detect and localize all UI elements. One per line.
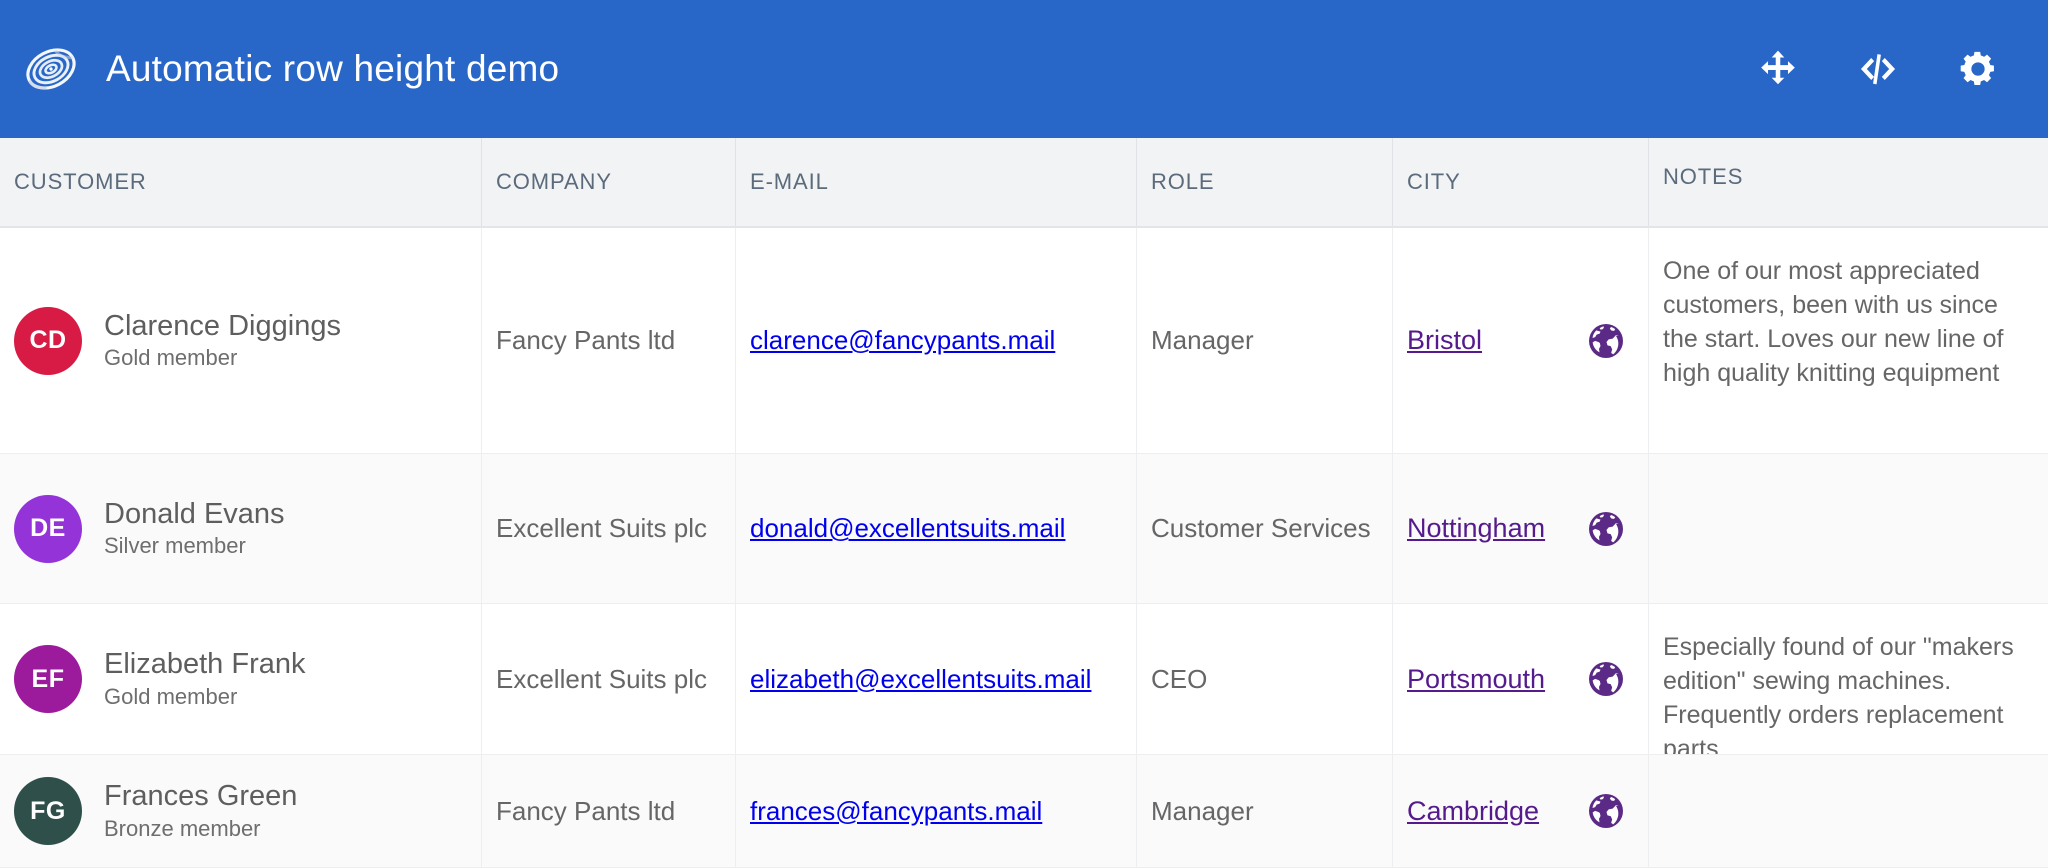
- cell-role: Customer Services: [1136, 454, 1392, 603]
- cell-email: clarence@fancypants.mail: [735, 228, 1136, 453]
- customer-membership: Gold member: [104, 345, 238, 371]
- cell-notes: One of our most appreciated customers, b…: [1648, 228, 2048, 453]
- data-grid: CUSTOMER COMPANY E-MAIL ROLE CITY NOTES …: [0, 138, 2048, 868]
- cell-role: CEO: [1136, 604, 1392, 754]
- cell-city: Nottingham: [1392, 454, 1648, 603]
- settings-button[interactable]: [1954, 45, 2002, 93]
- cell-email: donald@excellentsuits.mail: [735, 454, 1136, 603]
- cell-notes: Especially found of our "makers edition"…: [1648, 604, 2048, 754]
- move-button[interactable]: [1754, 45, 1802, 93]
- cell-company: Fancy Pants ltd: [481, 755, 735, 867]
- customer-text: Frances Green Bronze member: [104, 780, 297, 841]
- city-link[interactable]: Portsmouth: [1407, 664, 1545, 695]
- cell-customer: EF Elizabeth Frank Gold member: [0, 604, 481, 754]
- email-link[interactable]: elizabeth@excellentsuits.mail: [750, 664, 1091, 695]
- cell-customer: DE Donald Evans Silver member: [0, 454, 481, 603]
- customer-identity: EF Elizabeth Frank Gold member: [14, 645, 306, 713]
- brand: Automatic row height demo: [22, 40, 1754, 98]
- grid-header-row: CUSTOMER COMPANY E-MAIL ROLE CITY NOTES: [0, 138, 2048, 228]
- spiral-galaxy-logo: [26, 48, 76, 90]
- cell-email: elizabeth@excellentsuits.mail: [735, 604, 1136, 754]
- app-header-bar: Automatic row height demo: [0, 0, 2048, 138]
- customer-membership: Silver member: [104, 533, 246, 559]
- customer-name: Frances Green: [104, 780, 298, 813]
- customer-text: Elizabeth Frank Gold member: [104, 648, 306, 709]
- cell-role: Manager: [1136, 228, 1392, 453]
- column-header-email[interactable]: E-MAIL: [735, 138, 1136, 226]
- page-title: Automatic row height demo: [106, 48, 560, 89]
- table-row[interactable]: EF Elizabeth Frank Gold member Excellent…: [0, 604, 2048, 755]
- header-toolbar: [1754, 45, 2002, 93]
- customer-identity: FG Frances Green Bronze member: [14, 777, 297, 845]
- customer-name: Elizabeth Frank: [104, 648, 306, 681]
- column-header-city[interactable]: CITY: [1392, 138, 1648, 226]
- cell-email: frances@fancypants.mail: [735, 755, 1136, 867]
- email-link[interactable]: donald@excellentsuits.mail: [750, 513, 1065, 544]
- customer-text: Donald Evans Silver member: [104, 498, 285, 559]
- cell-company: Fancy Pants ltd: [481, 228, 735, 453]
- cell-city: Portsmouth: [1392, 604, 1648, 754]
- notes-text: Especially found of our "makers edition"…: [1663, 633, 2021, 754]
- gear-icon: [1960, 51, 1994, 86]
- city-link[interactable]: Bristol: [1407, 325, 1482, 356]
- code-button[interactable]: [1854, 45, 1902, 93]
- table-row[interactable]: CD Clarence Diggings Gold member Fancy P…: [0, 228, 2048, 454]
- cell-city: Bristol: [1392, 228, 1648, 453]
- cell-city: Cambridge: [1392, 755, 1648, 867]
- code-brackets-icon: [1860, 54, 1896, 85]
- customer-name: Donald Evans: [104, 497, 285, 530]
- arrows-move-icon: [1761, 50, 1795, 85]
- city-link[interactable]: Cambridge: [1407, 796, 1539, 827]
- avatar: CD: [14, 306, 82, 375]
- email-link[interactable]: clarence@fancypants.mail: [750, 325, 1055, 356]
- globe-icon[interactable]: [1586, 659, 1626, 699]
- column-header-notes[interactable]: NOTES: [1648, 138, 2048, 226]
- column-header-company[interactable]: COMPANY: [481, 138, 735, 226]
- customer-identity: DE Donald Evans Silver member: [14, 494, 285, 563]
- avatar: DE: [14, 494, 82, 563]
- column-header-customer[interactable]: CUSTOMER: [0, 138, 481, 226]
- notes-text: One of our most appreciated customers, b…: [1663, 257, 2011, 387]
- customer-identity: CD Clarence Diggings Gold member: [14, 306, 341, 375]
- customer-membership: Bronze member: [104, 815, 261, 841]
- globe-icon[interactable]: [1586, 321, 1626, 361]
- customer-name: Clarence Diggings: [104, 309, 341, 342]
- cell-company: Excellent Suits plc: [481, 454, 735, 603]
- avatar: EF: [14, 645, 82, 713]
- customer-membership: Gold member: [104, 683, 238, 709]
- cell-role: Manager: [1136, 755, 1392, 867]
- globe-icon[interactable]: [1586, 509, 1626, 549]
- avatar: FG: [14, 777, 82, 845]
- cell-company: Excellent Suits plc: [481, 604, 735, 754]
- cell-customer: FG Frances Green Bronze member: [0, 755, 481, 867]
- table-row[interactable]: FG Frances Green Bronze member Fancy Pan…: [0, 755, 2048, 868]
- city-link[interactable]: Nottingham: [1407, 513, 1545, 544]
- email-link[interactable]: frances@fancypants.mail: [750, 796, 1042, 827]
- cell-customer: CD Clarence Diggings Gold member: [0, 228, 481, 453]
- table-row[interactable]: DE Donald Evans Silver member Excellent …: [0, 454, 2048, 604]
- customer-text: Clarence Diggings Gold member: [104, 310, 341, 371]
- column-header-role[interactable]: ROLE: [1136, 138, 1392, 226]
- globe-icon[interactable]: [1586, 791, 1626, 831]
- cell-notes: [1648, 454, 2048, 603]
- cell-notes: [1648, 755, 2048, 867]
